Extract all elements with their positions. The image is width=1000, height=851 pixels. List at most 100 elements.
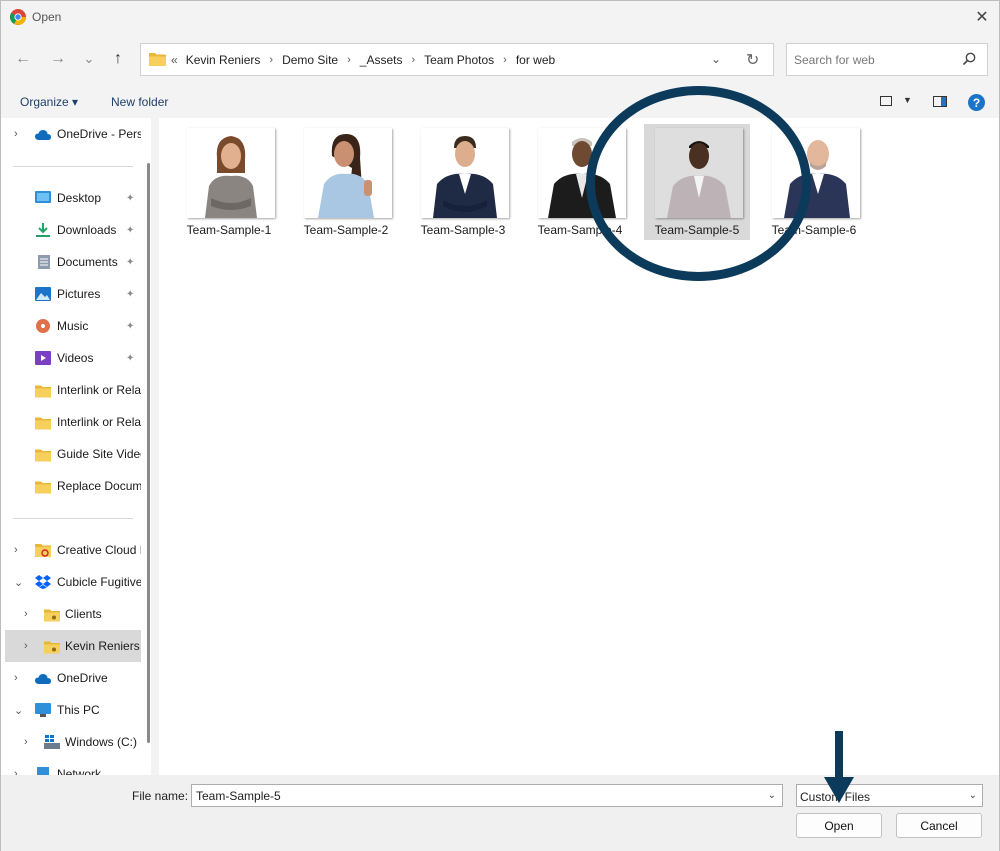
sidebar-item-cubicle-fugitive[interactable]: ⌄ Cubicle Fugitive	[1, 568, 141, 596]
organize-button[interactable]: Organize ▾	[20, 95, 78, 109]
file-item-team-sample-3[interactable]: Team-Sample-3	[410, 124, 516, 240]
pin-icon[interactable]: ✦	[126, 225, 134, 236]
breadcrumb-team-photos[interactable]: Team Photos	[424, 53, 494, 67]
folder-icon	[35, 481, 51, 494]
pin-icon[interactable]: ✦	[126, 353, 134, 364]
preview-pane-icon[interactable]	[933, 96, 947, 107]
sidebar-item-label: Desktop	[57, 191, 102, 205]
pin-icon[interactable]: ✦	[126, 257, 134, 268]
sidebar-item-label: Downloads	[57, 223, 117, 237]
sidebar-item-creative-cloud[interactable]: › Creative Cloud F	[1, 536, 141, 564]
chevron-right-icon[interactable]: ›	[24, 640, 28, 652]
pin-icon[interactable]: ✦	[126, 289, 134, 300]
file-name-combobox[interactable]: ⌄	[191, 784, 783, 807]
file-item-team-sample-5[interactable]: Team-Sample-5	[644, 124, 750, 240]
sidebar-item-clients[interactable]: › Clients	[1, 600, 141, 628]
videos-icon	[35, 351, 51, 365]
sidebar-item-documents[interactable]: Documents ✦	[1, 248, 141, 276]
sidebar-item-guide-site-video[interactable]: Guide Site Video	[1, 440, 141, 468]
breadcrumb-kevin-reniers[interactable]: Kevin Reniers	[186, 53, 261, 67]
file-item-team-sample-1[interactable]: Team-Sample-1	[176, 124, 282, 240]
breadcrumb-overflow[interactable]: «	[171, 53, 178, 67]
chevron-right-icon[interactable]: ›	[14, 128, 18, 140]
recent-locations-button[interactable]: ⌄	[77, 49, 101, 69]
chevron-right-icon[interactable]: ›	[14, 544, 18, 556]
chevron-right-icon[interactable]: ›	[24, 608, 28, 620]
cancel-button[interactable]: Cancel	[896, 813, 982, 838]
chevron-right-icon[interactable]: ›	[14, 768, 18, 775]
breadcrumb-assets[interactable]: _Assets	[360, 53, 403, 67]
chevron-down-icon[interactable]: ⌄	[768, 790, 776, 801]
file-name: Team-Sample-4	[537, 223, 623, 237]
chevron-down-icon: ⌄	[968, 790, 977, 801]
back-button[interactable]: ←	[11, 49, 35, 69]
open-button[interactable]: Open	[796, 813, 882, 838]
forward-button[interactable]: →	[46, 49, 70, 69]
pin-icon[interactable]: ✦	[126, 321, 134, 332]
pin-icon[interactable]: ✦	[126, 193, 134, 204]
sidebar-item-label: Interlink or Relat	[57, 415, 141, 429]
sidebar-item-interlink-1[interactable]: Interlink or Relat	[1, 376, 141, 404]
up-button[interactable]: ↑	[106, 49, 130, 69]
sidebar-item-music[interactable]: Music ✦	[1, 312, 141, 340]
chevron-right-icon[interactable]: ›	[14, 672, 18, 684]
address-history-chevron-icon[interactable]: ⌄	[711, 52, 721, 66]
thumbnail	[655, 128, 743, 218]
sidebar-item-windows-c[interactable]: › Windows (C:)	[1, 728, 141, 756]
close-button[interactable]: ✕	[965, 1, 999, 33]
chevron-down-icon[interactable]: ⌄	[14, 576, 23, 589]
folder-icon	[35, 449, 51, 462]
sidebar-item-kevin-reniers[interactable]: › Kevin Reniers	[5, 630, 141, 662]
search-box[interactable]	[786, 43, 988, 76]
search-input[interactable]	[794, 51, 954, 69]
sidebar-item-onedrive-personal[interactable]: › OneDrive - Perso	[1, 120, 141, 148]
back-arrow-icon: ←	[15, 50, 31, 67]
dialog-footer: File name: ⌄ Custom Files ⌄ Open Cancel	[1, 775, 999, 851]
thumbnail	[538, 128, 626, 218]
creative-cloud-folder-icon	[35, 544, 51, 557]
file-list: Team-Sample-1 Team-Sample-2 Team-Sample-…	[159, 118, 999, 775]
view-options-chevron-icon[interactable]: ▼	[903, 95, 912, 105]
photo-woman-gray-sweater	[205, 136, 257, 218]
file-item-team-sample-6[interactable]: Team-Sample-6	[761, 124, 867, 240]
computer-icon	[35, 703, 51, 717]
sidebar-scrollbar[interactable]	[147, 163, 150, 743]
sidebar-item-desktop[interactable]: Desktop ✦	[1, 184, 141, 212]
file-item-team-sample-2[interactable]: Team-Sample-2	[293, 124, 399, 240]
help-icon[interactable]: ?	[968, 94, 985, 111]
sidebar-item-downloads[interactable]: Downloads ✦	[1, 216, 141, 244]
sidebar-item-label: Windows (C:)	[65, 735, 138, 749]
sidebar-item-label: Replace Docum	[57, 479, 141, 493]
file-type-value: Custom Files	[800, 790, 871, 804]
breadcrumb-separator-icon: ›	[347, 54, 351, 66]
file-type-select[interactable]: Custom Files ⌄	[796, 784, 983, 807]
network-icon	[37, 767, 49, 775]
file-item-team-sample-4[interactable]: Team-Sample-4	[527, 124, 633, 240]
chevron-right-icon[interactable]: ›	[24, 736, 28, 748]
refresh-icon[interactable]: ↻	[746, 50, 759, 70]
address-bar[interactable]: « Kevin Reniers › Demo Site › _Assets › …	[140, 43, 774, 76]
breadcrumb-for-web[interactable]: for web	[516, 53, 555, 67]
chevron-down-icon[interactable]: ⌄	[14, 704, 23, 717]
navigation-bar: ← → ⌄ ↑ « Kevin Reniers › Demo Site › _A…	[1, 33, 999, 85]
folder-icon	[149, 53, 166, 66]
sidebar-item-this-pc[interactable]: ⌄ This PC	[1, 696, 141, 724]
command-bar: Organize ▾ New folder ▼ ?	[1, 87, 999, 117]
sidebar-divider	[13, 166, 133, 167]
sidebar-item-videos[interactable]: Videos ✦	[1, 344, 141, 372]
open-dialog: Open ✕ ← → ⌄ ↑ « Kevin Reniers › Demo Si…	[0, 0, 1000, 851]
sidebar-item-label: Cubicle Fugitive	[57, 575, 141, 589]
thumbnail	[304, 128, 392, 218]
title-bar: Open ✕	[1, 1, 999, 33]
new-folder-button[interactable]: New folder	[111, 95, 168, 109]
file-name-input[interactable]	[196, 788, 756, 804]
sidebar-item-network[interactable]: › Network	[1, 760, 141, 775]
sidebar-item-onedrive[interactable]: › OneDrive	[1, 664, 141, 692]
sidebar-item-pictures[interactable]: Pictures ✦	[1, 280, 141, 308]
breadcrumb-demo-site[interactable]: Demo Site	[282, 53, 338, 67]
file-name: Team-Sample-2	[303, 223, 389, 237]
file-name: Team-Sample-5	[654, 223, 740, 237]
view-mode-icon[interactable]	[880, 96, 892, 106]
sidebar-item-replace-docum[interactable]: Replace Docum	[1, 472, 141, 500]
sidebar-item-interlink-2[interactable]: Interlink or Relat	[1, 408, 141, 436]
